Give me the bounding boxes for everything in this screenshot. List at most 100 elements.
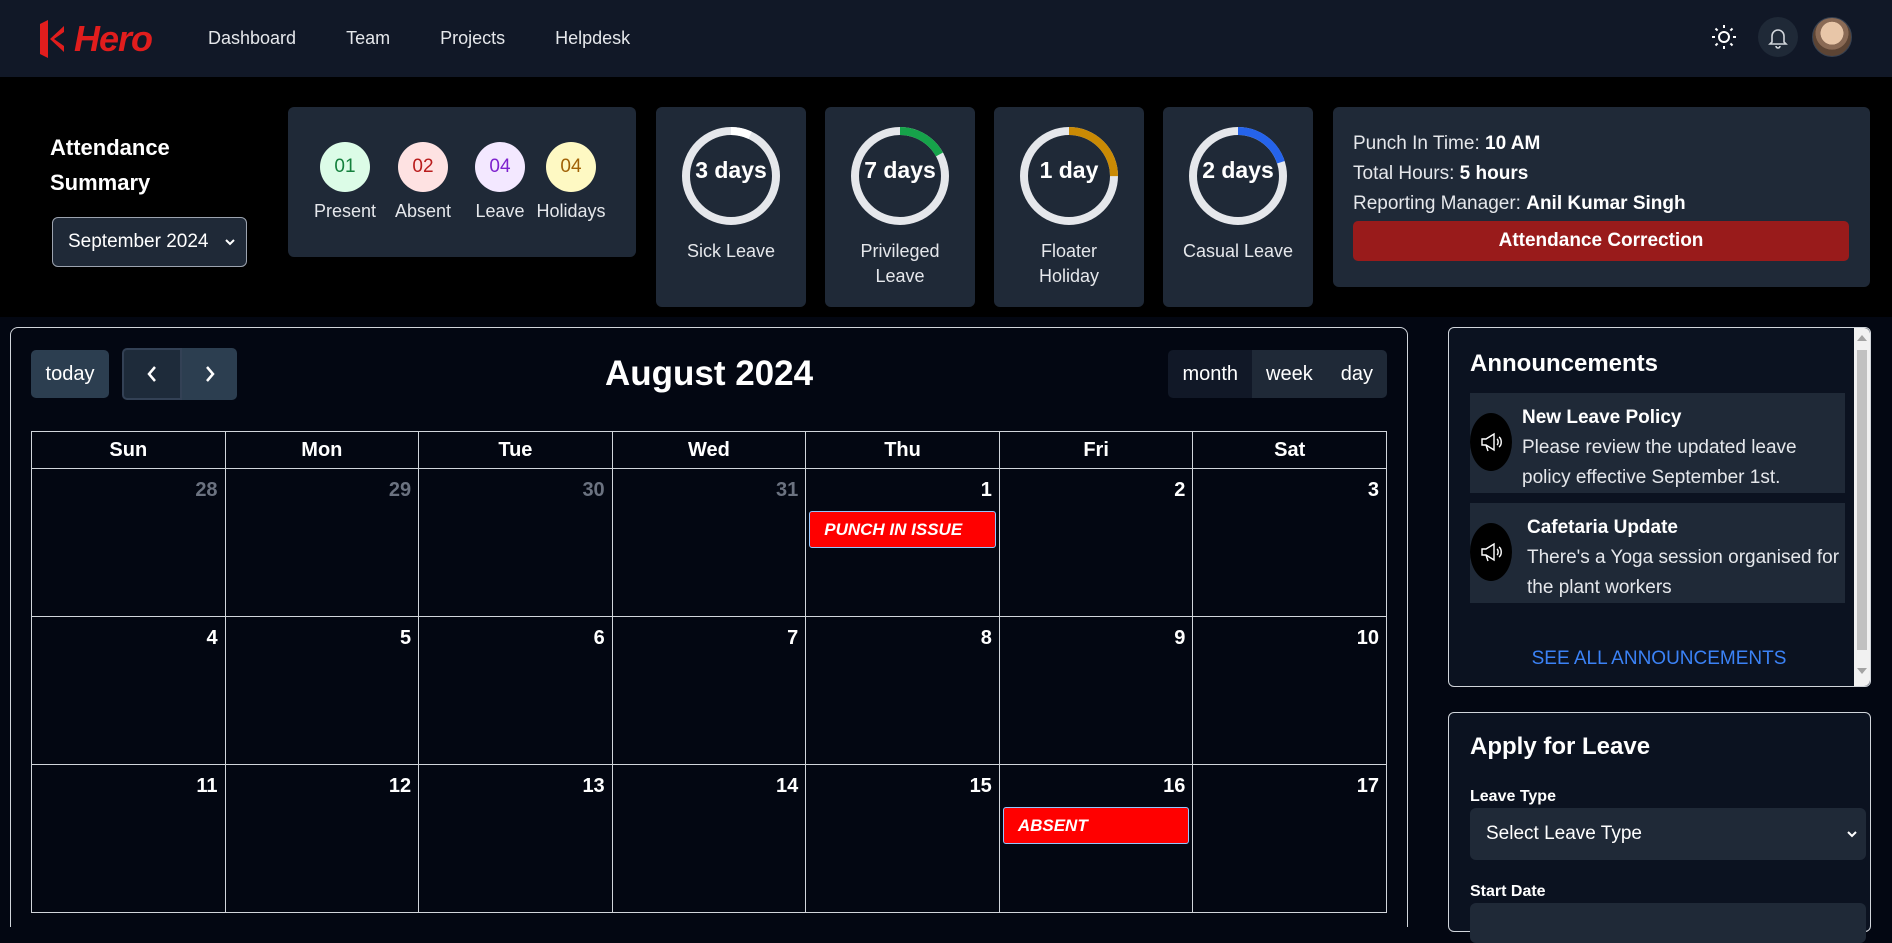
hero-logo-mark: [40, 20, 64, 58]
brand-name: Hero: [74, 18, 153, 59]
today-button[interactable]: today: [31, 350, 109, 398]
leave-balance-card: 3 days Sick Leave: [656, 107, 806, 307]
calendar-day-cell[interactable]: 12: [224, 764, 420, 913]
weekday-header: Sat: [1192, 431, 1387, 469]
day-number[interactable]: 4: [206, 627, 217, 650]
nav-actions: [1704, 17, 1852, 57]
leave-balance-card: 7 days Privileged Leave: [825, 107, 975, 307]
nav-link-team[interactable]: Team: [346, 28, 390, 49]
day-number[interactable]: 12: [389, 775, 411, 798]
count-leave: 04 Leave: [465, 142, 535, 222]
chevron-left-icon[interactable]: [122, 348, 182, 400]
scroll-thumb[interactable]: [1857, 350, 1867, 650]
day-number[interactable]: 16: [1163, 775, 1185, 798]
calendar-week-row: 11 12 13 14 15 16 ABSENT 17: [31, 764, 1387, 913]
avatar[interactable]: [1812, 17, 1852, 57]
leave-type-name: Privileged Leave: [860, 241, 940, 286]
calendar-day-cell[interactable]: 28: [31, 468, 226, 617]
calendar-day-cell[interactable]: 17: [1192, 764, 1387, 913]
chevron-right-icon[interactable]: [182, 348, 237, 400]
leave-type-value: Select Leave Type: [1486, 823, 1642, 844]
day-number[interactable]: 28: [195, 479, 217, 502]
leave-days-value: 2 days: [1202, 157, 1274, 183]
day-number[interactable]: 15: [970, 775, 992, 798]
hero-logo[interactable]: Hero: [38, 18, 153, 60]
day-view-button[interactable]: day: [1326, 350, 1387, 398]
day-number[interactable]: 5: [400, 627, 411, 650]
day-number[interactable]: 13: [582, 775, 604, 798]
calendar-day-cell[interactable]: 4: [31, 616, 226, 765]
announcement-item[interactable]: New Leave Policy Please review the updat…: [1470, 393, 1845, 493]
calendar-day-cell[interactable]: 10: [1192, 616, 1387, 765]
calendar-day-cell[interactable]: 1 PUNCH IN ISSUE: [805, 468, 1000, 617]
calendar-day-cell[interactable]: 31: [611, 468, 807, 617]
month-select[interactable]: September 2024: [52, 217, 247, 267]
calendar-day-cell[interactable]: 2: [998, 468, 1194, 617]
calendar-day-cell[interactable]: 11: [31, 764, 226, 913]
leave-type-name: Floater Holiday: [1038, 241, 1100, 286]
calendar-day-cell[interactable]: 5: [224, 616, 420, 765]
month-view-button[interactable]: month: [1168, 350, 1253, 398]
punch-in-time: Punch In Time: 10 AM: [1353, 133, 1541, 154]
bell-icon[interactable]: [1758, 17, 1798, 57]
calendar-day-cell[interactable]: 8: [805, 616, 1000, 765]
scroll-up-icon[interactable]: [1857, 335, 1867, 341]
sun-icon[interactable]: [1704, 17, 1744, 57]
announcements-scrollbar[interactable]: [1854, 328, 1870, 686]
count-label: Absent: [394, 201, 452, 221]
leave-balance-card: 2 days Casual Leave: [1163, 107, 1313, 307]
calendar-day-cell[interactable]: 3: [1192, 468, 1387, 617]
day-number[interactable]: 3: [1368, 479, 1379, 502]
day-number[interactable]: 8: [981, 627, 992, 650]
start-date-input[interactable]: [1470, 903, 1866, 943]
day-number[interactable]: 10: [1357, 627, 1379, 650]
day-number[interactable]: 11: [196, 775, 217, 798]
weekday-header: Sun: [31, 431, 226, 469]
count-value: 01: [320, 142, 370, 192]
day-number[interactable]: 7: [787, 627, 798, 650]
weekday-header: Fri: [998, 431, 1194, 469]
calendar-day-cell[interactable]: 9: [998, 616, 1194, 765]
nav-link-dashboard[interactable]: Dashboard: [208, 28, 296, 49]
leave-type-select[interactable]: Select Leave Type: [1470, 808, 1866, 860]
calendar-day-cell[interactable]: 30: [418, 468, 613, 617]
day-number[interactable]: 2: [1174, 479, 1185, 502]
week-view-button[interactable]: week: [1252, 350, 1327, 398]
day-number[interactable]: 9: [1174, 627, 1185, 650]
leave-days-value: 7 days: [864, 157, 936, 183]
day-number[interactable]: 14: [776, 775, 798, 798]
day-number[interactable]: 17: [1357, 775, 1379, 798]
count-value: 04: [475, 142, 525, 192]
calendar-day-cell[interactable]: 15: [805, 764, 1000, 913]
nav-link-helpdesk[interactable]: Helpdesk: [555, 28, 630, 49]
count-label: Leave: [475, 201, 525, 221]
calendar-day-cell[interactable]: 7: [611, 616, 807, 765]
calendar-day-cell[interactable]: 14: [611, 764, 807, 913]
nav-link-projects[interactable]: Projects: [440, 28, 505, 49]
day-number[interactable]: 30: [582, 479, 604, 502]
day-number[interactable]: 31: [776, 479, 798, 502]
announcement-body: Please review the updated leave policy e…: [1522, 437, 1797, 488]
attendance-correction-button[interactable]: Attendance Correction: [1353, 221, 1849, 261]
day-number[interactable]: 29: [389, 479, 411, 502]
count-value: 02: [398, 142, 448, 192]
calendar-day-cell[interactable]: 29: [224, 468, 420, 617]
calendar-day-cell[interactable]: 13: [418, 764, 613, 913]
calendar: August 2024 today month week day Sun Mon Tue…: [10, 327, 1408, 927]
calendar-day-cell[interactable]: 6: [418, 616, 613, 765]
calendar-event[interactable]: PUNCH IN ISSUE: [809, 511, 996, 548]
day-number[interactable]: 1: [981, 479, 992, 502]
scroll-down-icon[interactable]: [1857, 668, 1867, 674]
calendar-nav: [122, 348, 237, 400]
count-value: 04: [546, 142, 596, 192]
top-navbar: Hero Dashboard Team Projects Helpdesk: [0, 0, 1892, 77]
calendar-event[interactable]: ABSENT: [1002, 807, 1190, 844]
calendar-day-cell[interactable]: 16 ABSENT: [998, 764, 1194, 913]
announcement-item[interactable]: Cafetaria Update There's a Yoga session …: [1470, 503, 1845, 603]
apply-leave-title: Apply for Leave: [1470, 733, 1651, 760]
attendance-counts-card: 01 Present 02 Absent 04 Leave 04 Holidays: [288, 107, 636, 257]
see-all-announcements-link[interactable]: SEE ALL ANNOUNCEMENTS: [1449, 648, 1869, 670]
calendar-week-row: 28 29 30 31 1 PUNCH IN ISSUE 2 3: [31, 468, 1387, 617]
punch-info-card: Punch In Time: 10 AM Total Hours: 5 hour…: [1333, 107, 1870, 287]
day-number[interactable]: 6: [594, 627, 605, 650]
